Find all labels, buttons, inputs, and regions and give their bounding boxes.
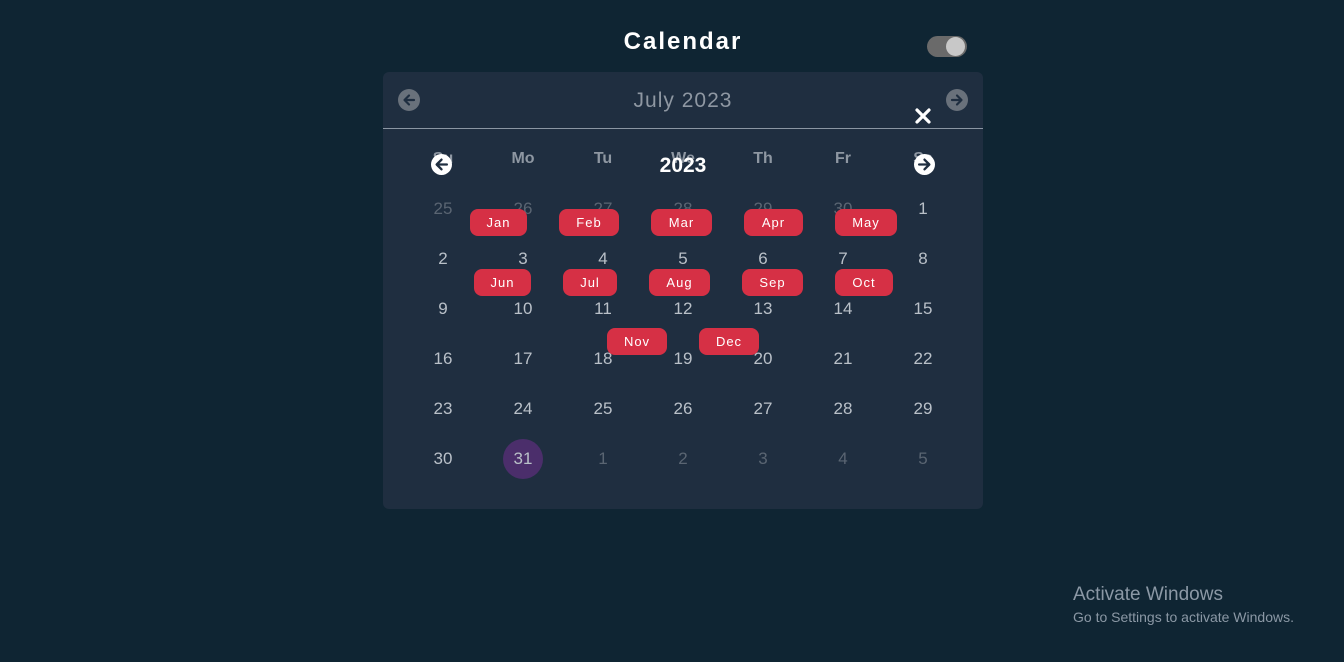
day-cell[interactable]: 2	[643, 449, 723, 469]
month-label[interactable]: July 2023	[383, 89, 983, 113]
month-option-jul[interactable]: Jul	[563, 269, 617, 296]
day-cell[interactable]: 1	[563, 449, 643, 469]
watermark-title: Activate Windows	[1073, 584, 1223, 605]
day-cell[interactable]: 21	[803, 349, 883, 369]
day-cell[interactable]: 22	[883, 349, 963, 369]
day-cell[interactable]: 5	[643, 249, 723, 269]
day-cell[interactable]: 10	[483, 299, 563, 319]
close-icon[interactable]	[914, 107, 932, 125]
day-cell[interactable]: 23	[403, 399, 483, 419]
month-option-aug[interactable]: Aug	[649, 269, 710, 296]
day-cell[interactable]: 9	[403, 299, 483, 319]
day-cell[interactable]: 13	[723, 299, 803, 319]
prev-year-button[interactable]	[431, 154, 452, 175]
month-option-mar[interactable]: Mar	[651, 209, 712, 236]
day-cell[interactable]: 12	[643, 299, 723, 319]
day-cell[interactable]: 3	[723, 449, 803, 469]
watermark-subtitle: Go to Settings to activate Windows.	[1073, 609, 1294, 625]
windows-activation-watermark: Activate Windows Go to Settings to activ…	[1073, 584, 1294, 625]
arrow-right-icon	[917, 158, 931, 171]
theme-toggle[interactable]	[927, 36, 967, 57]
page-title: Calendar	[623, 28, 743, 55]
month-option-feb[interactable]: Feb	[559, 209, 619, 236]
day-cell[interactable]: 17	[483, 349, 563, 369]
arrow-left-icon	[435, 158, 449, 171]
day-cell[interactable]: 6	[723, 249, 803, 269]
day-cell[interactable]: 16	[403, 349, 483, 369]
day-cell[interactable]: 25	[563, 399, 643, 419]
day-cell[interactable]: 4	[563, 249, 643, 269]
day-cell[interactable]: 7	[803, 249, 883, 269]
day-cell[interactable]: 24	[483, 399, 563, 419]
toggle-knob	[946, 37, 965, 56]
month-option-sep[interactable]: Sep	[742, 269, 803, 296]
year-label: 2023	[659, 154, 707, 177]
month-option-nov[interactable]: Nov	[607, 328, 667, 355]
day-cell[interactable]: 26	[643, 399, 723, 419]
next-month-button[interactable]	[946, 89, 968, 111]
day-cell[interactable]: 30	[403, 449, 483, 469]
day-cell[interactable]: 2	[403, 249, 483, 269]
page: Calendar July 2023 SuMoTuWeThFrSa	[0, 0, 1344, 662]
weekday-label: Mo	[511, 150, 535, 167]
day-cell-selected[interactable]: 31	[483, 449, 563, 469]
weekday-label: Th	[753, 150, 773, 167]
calendar-card: July 2023 SuMoTuWeThFrSa 252627282930123…	[383, 72, 983, 509]
day-cell[interactable]: 4	[803, 449, 883, 469]
weekday-label: Tu	[593, 150, 613, 167]
day-cell[interactable]: 15	[883, 299, 963, 319]
day-cell[interactable]: 14	[803, 299, 883, 319]
arrow-right-icon	[950, 94, 963, 106]
day-cell[interactable]: 11	[563, 299, 643, 319]
calendar-header: July 2023	[383, 72, 983, 129]
day-cell[interactable]: 8	[883, 249, 963, 269]
month-option-may[interactable]: May	[835, 209, 897, 236]
month-option-apr[interactable]: Apr	[744, 209, 803, 236]
day-cell[interactable]: 28	[803, 399, 883, 419]
next-year-button[interactable]	[914, 154, 935, 175]
day-cell[interactable]: 27	[723, 399, 803, 419]
weekday-label: Fr	[835, 150, 851, 167]
month-option-jan[interactable]: Jan	[470, 209, 527, 236]
month-option-dec[interactable]: Dec	[699, 328, 759, 355]
day-cell[interactable]: 29	[883, 399, 963, 419]
month-option-oct[interactable]: Oct	[835, 269, 893, 296]
day-cell[interactable]: 5	[883, 449, 963, 469]
month-option-jun[interactable]: Jun	[474, 269, 531, 296]
day-cell[interactable]: 3	[483, 249, 563, 269]
